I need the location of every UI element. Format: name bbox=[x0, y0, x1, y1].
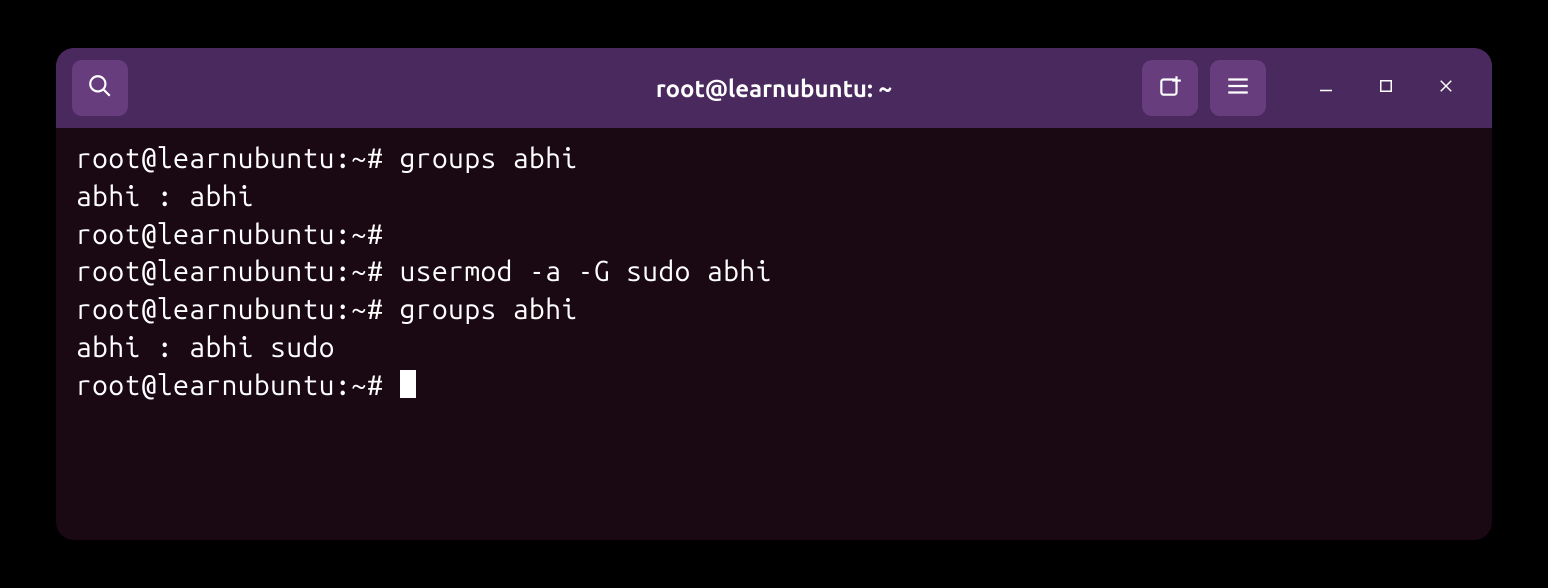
terminal-line: abhi : abhi bbox=[76, 178, 1472, 216]
terminal-line: root@learnubuntu:~# usermod -a -G sudo a… bbox=[76, 253, 1472, 291]
terminal-line: root@learnubuntu:~# bbox=[76, 216, 1472, 254]
terminal-body[interactable]: root@learnubuntu:~# groups abhi abhi : a… bbox=[56, 128, 1492, 417]
new-tab-button[interactable] bbox=[1142, 60, 1198, 116]
maximize-button[interactable] bbox=[1356, 58, 1416, 118]
terminal-line: root@learnubuntu:~# groups abhi bbox=[76, 291, 1472, 329]
hamburger-menu-button[interactable] bbox=[1210, 60, 1266, 116]
terminal-window: root@learnubuntu: ~ bbox=[56, 48, 1492, 540]
close-button[interactable] bbox=[1416, 58, 1476, 118]
terminal-line: root@learnubuntu:~# groups abhi bbox=[76, 140, 1472, 178]
terminal-line: abhi : abhi sudo bbox=[76, 329, 1472, 367]
window-title: root@learnubuntu: ~ bbox=[656, 75, 892, 102]
titlebar: root@learnubuntu: ~ bbox=[56, 48, 1492, 128]
new-tab-icon bbox=[1157, 73, 1183, 103]
search-button[interactable] bbox=[72, 60, 128, 116]
hamburger-icon bbox=[1225, 73, 1251, 103]
prompt-text: root@learnubuntu:~# bbox=[76, 370, 400, 401]
titlebar-right bbox=[1142, 58, 1476, 118]
minimize-icon bbox=[1317, 77, 1335, 99]
minimize-button[interactable] bbox=[1296, 58, 1356, 118]
close-icon bbox=[1437, 77, 1455, 99]
search-icon bbox=[87, 73, 113, 103]
maximize-icon bbox=[1377, 77, 1395, 99]
terminal-prompt-line: root@learnubuntu:~# bbox=[76, 367, 1472, 405]
cursor bbox=[400, 370, 416, 398]
window-controls bbox=[1296, 58, 1476, 118]
